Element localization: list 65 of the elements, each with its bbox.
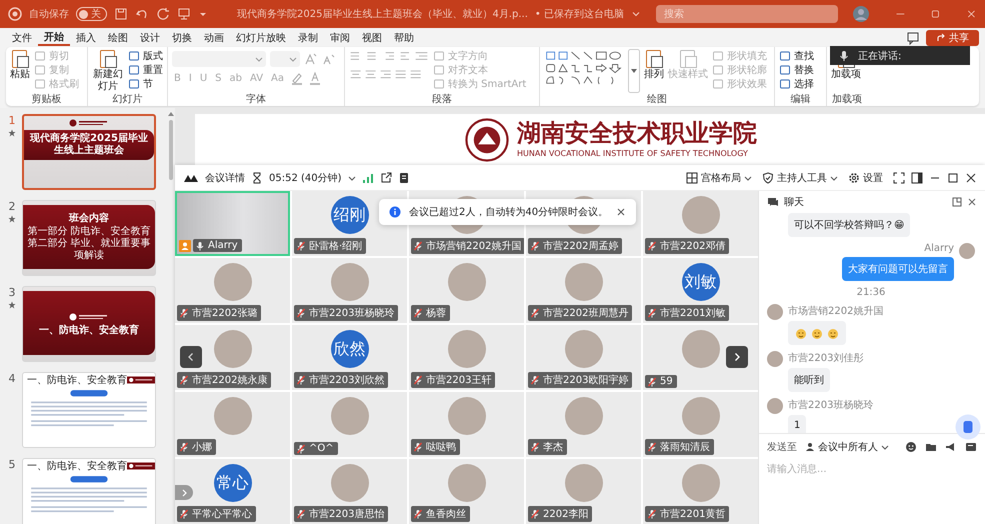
slide-number: 3 bbox=[8, 286, 16, 299]
slide-number: 1 bbox=[8, 114, 16, 127]
message-time: 21:36 bbox=[856, 287, 886, 298]
participant-name: 落雨知清辰 bbox=[660, 440, 710, 454]
participant-name: 市场营销2202姚升国 bbox=[426, 240, 522, 253]
slide-title: 现代商务学院2025届毕业生线上主题班会 bbox=[28, 133, 149, 157]
slide-title: 一、防电诈、安全教育 bbox=[27, 460, 127, 473]
participant-name: 哒哒鸭 bbox=[426, 440, 456, 454]
participant-name: 59 bbox=[660, 376, 673, 387]
participant-name: 平常心平常心 bbox=[192, 508, 252, 521]
notification-text: 会议已超过2人，自动转为40分钟限时会议。 bbox=[409, 206, 608, 219]
slide-number: 2 bbox=[8, 200, 16, 213]
document-title: 现代商务学院2025届毕业生线上主题班会（毕业、就业）4月.p... bbox=[237, 8, 528, 21]
participant-name: 市营2203王轩 bbox=[426, 374, 492, 387]
group-label: 剪贴板 bbox=[30, 94, 62, 106]
chat-title: 聊天 bbox=[784, 196, 804, 209]
speaking-label: 正在讲话: bbox=[858, 50, 902, 62]
group-label: 加载项 bbox=[831, 94, 863, 106]
participant-name: 市营2202张璐 bbox=[192, 306, 258, 320]
participant-name: 市营2203刘欣然 bbox=[309, 374, 384, 387]
participant-name: 李杰 bbox=[543, 440, 563, 454]
message-bubble: 能听到 bbox=[788, 368, 830, 392]
participant-name: 市营2202姚永康 bbox=[192, 374, 268, 387]
participant-name: 鱼香肉丝 bbox=[426, 508, 466, 521]
autosave-label: 自动保存 bbox=[29, 8, 69, 21]
group-label: 字体 bbox=[245, 94, 267, 106]
group-label: 编辑 bbox=[790, 94, 812, 106]
school-name: 湖南安全技术职业学院 bbox=[517, 118, 757, 148]
message-bubble: 1 bbox=[788, 415, 806, 433]
initials-avatar: 刘敏 bbox=[682, 263, 720, 301]
initials-avatar: 常心 bbox=[214, 464, 252, 502]
slide-title: 班会内容 bbox=[69, 212, 109, 225]
send-to-label: 发送至 bbox=[767, 441, 797, 454]
slide-title: 一、防电诈、安全教育 bbox=[27, 374, 127, 387]
participant-name: 市营2203班杨晓玲 bbox=[309, 306, 394, 320]
participant-name: ^O^ bbox=[309, 443, 334, 454]
participant-name: 2202李阳 bbox=[543, 508, 588, 521]
group-label: 段落 bbox=[431, 94, 453, 106]
slide-text: 第一部分 防电诈、安全教育 bbox=[27, 226, 151, 238]
initials-avatar: 欣然 bbox=[330, 330, 368, 368]
participant-name: 卧雷格·绍刚 bbox=[309, 240, 362, 253]
participant-name: 市营2203欧阳宇婷 bbox=[543, 374, 628, 387]
participant-name: 市营2201黄哲 bbox=[660, 508, 726, 521]
sender-name: 市营2203刘佳彤 bbox=[788, 352, 864, 365]
sender-name: 市营2203班杨晓玲 bbox=[788, 398, 874, 412]
participant-name: 市营2203唐思怡 bbox=[309, 508, 384, 521]
participant-name: 市营2202班周慧丹 bbox=[543, 306, 628, 320]
slide-title: 一、防电诈、安全教育 bbox=[39, 324, 139, 336]
sender-name: 市场营销2202姚升国 bbox=[788, 304, 884, 318]
slide-text: 第二部分 毕业、就业重要事项解读 bbox=[27, 238, 151, 262]
participant-name: 市营2201刘敏 bbox=[660, 306, 726, 320]
group-label: 绘图 bbox=[646, 94, 668, 106]
slide-number: 4 bbox=[8, 372, 16, 385]
participant-name: Alarry bbox=[208, 240, 238, 251]
participant-name: 市营2202邓倩 bbox=[660, 240, 726, 253]
group-label: 幻灯片 bbox=[112, 94, 144, 106]
message-bubble: 大家有问题可以先留言 bbox=[842, 257, 954, 281]
slide-number: 5 bbox=[8, 458, 16, 471]
initials-avatar: 绍刚 bbox=[330, 196, 368, 234]
participant-name: 市营2202周孟婷 bbox=[543, 240, 618, 253]
message-bubble: 可以不回学校答辩吗？😁 bbox=[788, 213, 910, 237]
participant-name: 小娜 bbox=[192, 440, 212, 454]
participant-name: 杨蓉 bbox=[426, 306, 446, 320]
school-name-english: HUNAN VOCATIONAL INSTITUTE OF SAFETY TECHNOLOGY bbox=[517, 149, 749, 158]
sender-name: Alarry bbox=[924, 243, 954, 254]
